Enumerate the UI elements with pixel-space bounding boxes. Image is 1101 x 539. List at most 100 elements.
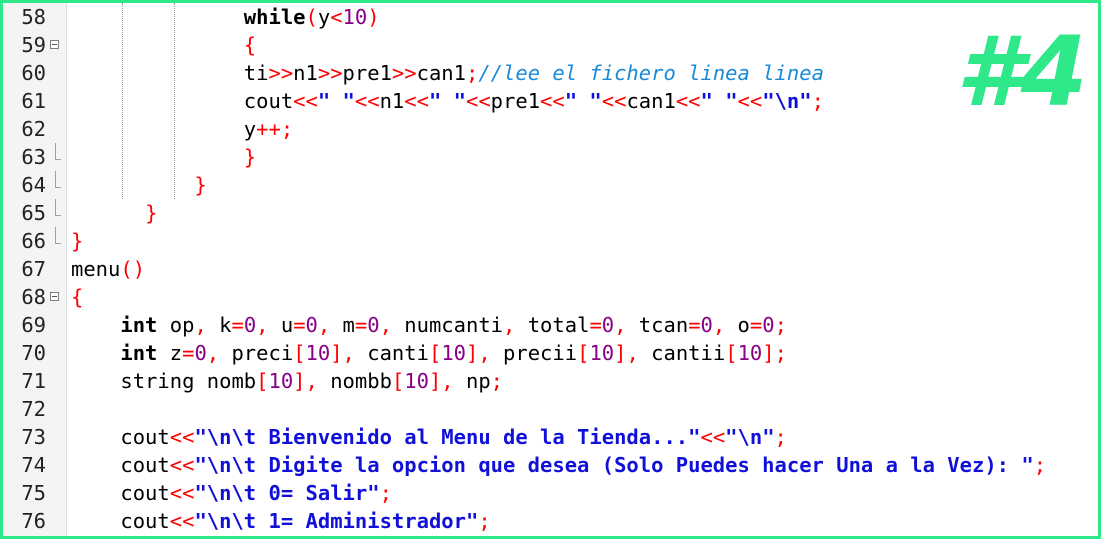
line-number: 74 [21, 453, 46, 477]
code-line[interactable]: 76 cout<<"\n\t 1= Administrador"; [3, 507, 1098, 535]
keyword-token: int [120, 313, 158, 337]
code-area[interactable]: 58 while(y<10) 59 {60 ti>>n1>>pre1>>can1;… [3, 3, 1098, 535]
line-text: } [71, 143, 256, 171]
operator-token: , [379, 313, 392, 337]
identifier-token: y [317, 5, 331, 29]
line-number: 71 [21, 369, 46, 393]
code-line[interactable]: 68 { [3, 283, 1098, 311]
code-line[interactable]: 73 cout<<"\n\t Bienvenido al Menu de la … [3, 423, 1098, 451]
string-token: " [194, 453, 207, 477]
line-number: 65 [21, 201, 46, 225]
code-line[interactable]: 70 int z=0, preci[10], canti[10], precii… [3, 339, 1098, 367]
operator-token: , [614, 313, 627, 337]
identifier-token: m [330, 313, 355, 337]
operator-token: ; [379, 481, 392, 505]
operator-token: ; [478, 509, 491, 533]
line-text: y++; [71, 115, 293, 143]
operator-token: << [700, 425, 726, 449]
line-text: ti>>n1>>pre1>>can1;//lee el fichero line… [71, 59, 824, 87]
operator-token: ], [614, 341, 639, 365]
identifier-token: can1 [626, 89, 676, 113]
string-token: " " [428, 89, 466, 113]
code-line[interactable]: 67 menu() [3, 255, 1098, 283]
identifier-token: y [243, 117, 257, 141]
string-token: " [725, 425, 738, 449]
operator-token: ; [774, 313, 787, 337]
line-text: while(y<10) [71, 3, 380, 31]
identifier-token: string nomb [120, 369, 257, 393]
code-line[interactable]: 74 cout<<"\n\t Digite la opcion que dese… [3, 451, 1098, 479]
operator-token: << [293, 89, 318, 113]
operator-token: ]; [762, 341, 787, 365]
number-token: 0 [762, 313, 775, 337]
code-line[interactable]: 69 int op, k=0, u=0, m=0, numcanti, tota… [3, 311, 1098, 339]
identifier-token: ti [243, 61, 269, 85]
code-line[interactable]: 58 while(y<10) [3, 3, 1098, 31]
fold-end-marker-icon [55, 199, 61, 216]
operator-token: [ [725, 341, 738, 365]
code-line[interactable]: 71 string nomb[10], nombb[10], np; [3, 367, 1098, 395]
identifier-token: canti [354, 341, 429, 365]
operator-token: , [712, 313, 726, 337]
operator-token: = [293, 313, 306, 337]
line-text: int z=0, preci[10], canti[10], precii[10… [71, 339, 787, 367]
code-line[interactable]: 66} [3, 227, 1098, 255]
code-line[interactable]: 61 cout<<" "<<n1<<" "<<pre1<<" "<<can1<<… [3, 87, 1098, 115]
string-token: " [762, 89, 775, 113]
line-number: 67 [21, 257, 46, 281]
fold-collapse-icon[interactable] [50, 40, 59, 49]
number-token: 0 [243, 313, 257, 337]
escape-token: \n\t [206, 509, 257, 533]
line-number: 72 [21, 397, 46, 421]
code-line[interactable]: 75 cout<<"\n\t 0= Salir"; [3, 479, 1098, 507]
operator-token: () [120, 257, 146, 281]
line-text: { [71, 283, 83, 311]
code-line[interactable]: 59 { [3, 31, 1098, 59]
number-token: 10 [268, 369, 294, 393]
operator-token: } [194, 173, 207, 197]
operator-token: , [194, 313, 207, 337]
operator-token: << [169, 509, 195, 533]
identifier-token: pre1 [490, 89, 541, 113]
line-text: } [71, 199, 157, 227]
line-number: 66 [21, 229, 46, 253]
code-line[interactable]: 65 } [3, 199, 1098, 227]
code-line[interactable]: 60 ti>>n1>>pre1>>can1;//lee el fichero l… [3, 59, 1098, 87]
operator-token: , [206, 341, 220, 365]
fold-end-marker-icon [55, 227, 61, 244]
operator-token: ; [490, 369, 504, 393]
identifier-token: k [206, 313, 232, 337]
code-line[interactable]: 64 } [3, 171, 1098, 199]
identifier-token: menu [71, 257, 121, 281]
escape-token: \n [774, 89, 800, 113]
operator-token: << [169, 481, 195, 505]
code-line[interactable]: 72 [3, 395, 1098, 423]
identifier-token: precii [490, 341, 578, 365]
string-token: 0= Salir" [256, 481, 380, 505]
line-text: menu() [71, 255, 145, 283]
operator-token: < [330, 5, 343, 29]
code-line[interactable]: 62 y++; [3, 115, 1098, 143]
operator-token: << [601, 89, 627, 113]
line-number: 76 [21, 509, 46, 533]
operator-token: = [589, 313, 602, 337]
identifier-token: n1 [379, 89, 405, 113]
line-number: 61 [21, 89, 46, 113]
line-number: 70 [21, 341, 46, 365]
code-editor-window: 58 while(y<10) 59 {60 ti>>n1>>pre1>>can1;… [0, 0, 1101, 539]
identifier-token: cout [243, 89, 294, 113]
code-line[interactable]: 63 } [3, 143, 1098, 171]
operator-token: [ [293, 341, 306, 365]
fold-collapse-icon[interactable] [50, 292, 59, 301]
identifier-token: total [515, 313, 590, 337]
string-token: Bienvenido al Menu de la Tienda..." [256, 425, 701, 449]
operator-token: ; [465, 61, 479, 85]
